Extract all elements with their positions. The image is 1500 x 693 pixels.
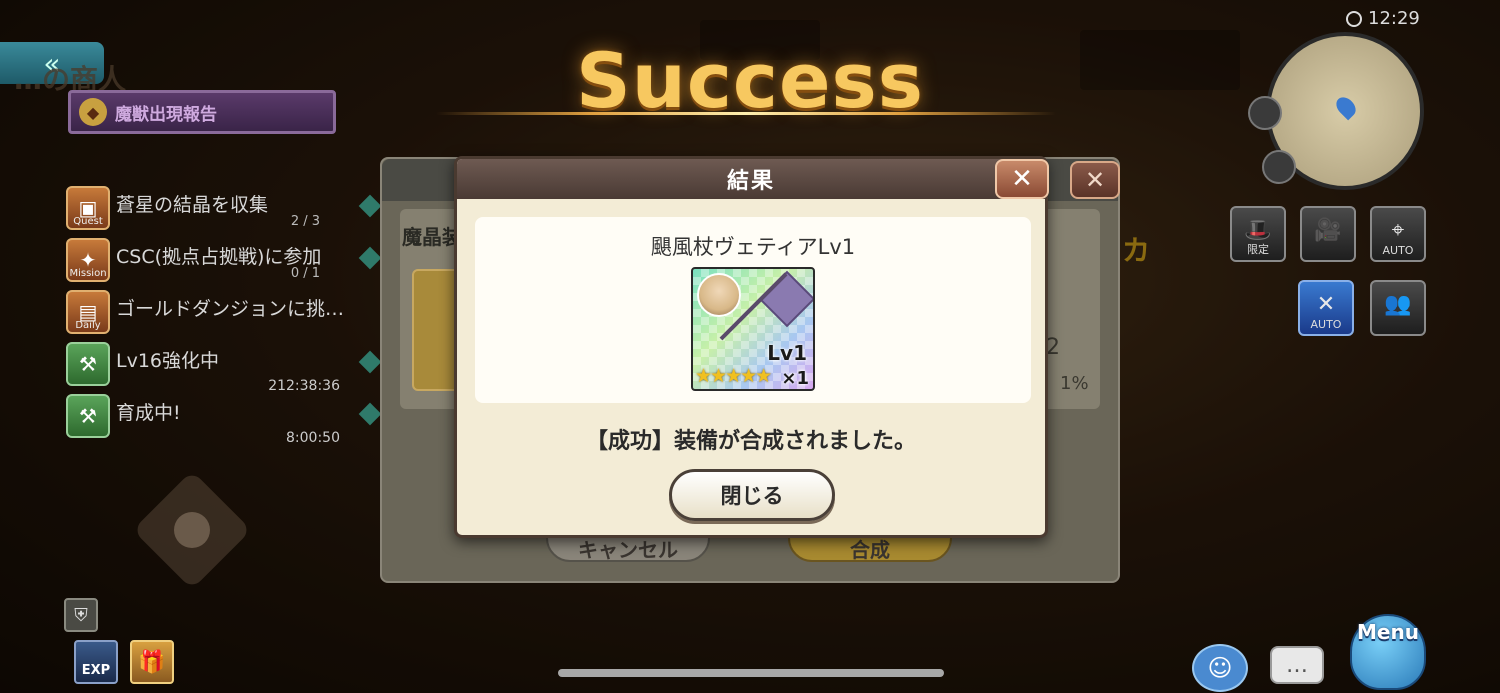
hat-icon: 🎩 bbox=[1244, 218, 1272, 243]
joystick-knob[interactable] bbox=[174, 512, 210, 548]
item-level: Lv1 bbox=[767, 341, 807, 365]
map-zoom-icon[interactable] bbox=[1248, 96, 1282, 130]
quest-count: 0 / 1 bbox=[290, 266, 320, 281]
party-button[interactable]: 👥 bbox=[1370, 280, 1426, 336]
item-name: 颶風杖ヴェティアLv1 bbox=[650, 235, 856, 259]
training-icon: ⚒ bbox=[66, 394, 110, 438]
party-icon: 👥 bbox=[1384, 292, 1412, 317]
camera-button[interactable]: 🎥 bbox=[1300, 206, 1356, 262]
success-underline bbox=[436, 112, 1056, 115]
quest-label: CSC(拠点占拠戦)に参加 bbox=[116, 246, 322, 268]
exp-button[interactable]: EXP bbox=[74, 640, 118, 684]
item-rarity-stars: ★★★★★ bbox=[695, 365, 772, 387]
virtual-joystick[interactable] bbox=[132, 470, 252, 590]
result-dialog: 結果 ✕ 颶風杖ヴェティアLv1 Lv1 ★★★★★ ×1 【成功】装備が合成さ… bbox=[454, 156, 1049, 538]
result-message: 【成功】装備が合成されました。 bbox=[585, 429, 916, 454]
auto-target-button[interactable]: ⌖ AUTO bbox=[1370, 206, 1426, 262]
quest-tag: Quest bbox=[73, 216, 103, 227]
result-close-button[interactable]: ✕ bbox=[995, 159, 1049, 199]
item-quantity: ×1 bbox=[781, 368, 809, 389]
emote-button[interactable]: ☺ bbox=[1192, 644, 1248, 692]
clock: 12:29 bbox=[1346, 8, 1420, 29]
exp-label: EXP bbox=[81, 663, 111, 678]
synthesis-stat-percent: 1% bbox=[1060, 373, 1089, 394]
staff-head-icon bbox=[758, 270, 813, 328]
quest-tag: Mission bbox=[69, 268, 107, 279]
close-dialog-button[interactable]: 閉じる bbox=[669, 469, 835, 521]
quest-label: 蒼星の結晶を収集 bbox=[116, 194, 269, 216]
home-indicator[interactable] bbox=[558, 669, 944, 677]
gift-button[interactable]: 🎁 bbox=[130, 640, 174, 684]
auto-skill-button[interactable]: ✕ AUTO bbox=[1298, 280, 1354, 336]
quest-item[interactable]: ▤ Daily ゴールドダンジョンに挑… bbox=[64, 290, 354, 340]
quest-count: 2 / 3 bbox=[290, 214, 320, 229]
limited-button[interactable]: 🎩 限定 bbox=[1230, 206, 1286, 262]
quest-item[interactable]: ⚒ Lv16強化中 212:38:36 bbox=[64, 342, 354, 394]
shield-button[interactable]: ⛨ bbox=[64, 598, 98, 632]
result-item-panel: 颶風杖ヴェティアLv1 Lv1 ★★★★★ ×1 bbox=[475, 217, 1031, 403]
quest-item[interactable]: ✦ Mission CSC(拠点占拠戦)に参加 0 / 1 bbox=[64, 238, 354, 288]
quest-label: Lv16強化中 bbox=[116, 350, 220, 372]
gift-icon: 🎁 bbox=[138, 649, 166, 675]
synthesis-close-button[interactable]: ✕ bbox=[1070, 161, 1120, 199]
synthesis-fragment: カ bbox=[1122, 234, 1151, 267]
auto-skill-icon: ✕ bbox=[1316, 292, 1336, 317]
camera-icon: 🎥 bbox=[1314, 218, 1342, 243]
chat-button[interactable]: … bbox=[1270, 646, 1324, 684]
smile-icon: ☺ bbox=[1207, 654, 1233, 682]
location-pin-icon bbox=[1332, 93, 1360, 121]
synthesis-section-label: 魔晶装 bbox=[402, 225, 462, 249]
shield-icon: ⛨ bbox=[74, 604, 88, 626]
synthesis-stat-value: 2 bbox=[1046, 335, 1060, 360]
auto-label: AUTO bbox=[1310, 318, 1342, 331]
menu-button[interactable]: Menu bbox=[1336, 608, 1436, 693]
close-icon: ✕ bbox=[1011, 164, 1033, 194]
quest-tag: Daily bbox=[75, 320, 101, 331]
staff-item-icon[interactable]: Lv1 ★★★★★ ×1 bbox=[691, 267, 815, 391]
confirm-label: 合成 bbox=[850, 538, 890, 562]
quest-timer: 8:00:50 bbox=[286, 430, 340, 446]
quest-item[interactable]: ⚒ 育成中! 8:00:50 bbox=[64, 394, 354, 446]
result-dialog-header: 結果 bbox=[457, 159, 1045, 199]
clock-icon bbox=[1346, 10, 1362, 27]
enhance-icon: ⚒ bbox=[66, 342, 110, 386]
limited-label: 限定 bbox=[1247, 243, 1269, 256]
auto-target-icon: ⌖ bbox=[1391, 218, 1405, 243]
quest-label: 育成中! bbox=[116, 402, 181, 424]
cancel-label: キャンセル bbox=[578, 538, 678, 562]
result-dialog-title: 結果 bbox=[726, 169, 775, 194]
menu-label: Menu bbox=[1357, 620, 1419, 644]
quest-timer: 212:38:36 bbox=[268, 378, 340, 394]
character-portrait-icon bbox=[697, 273, 741, 317]
map-face-icon[interactable] bbox=[1262, 150, 1296, 184]
quest-label: ゴールドダンジョンに挑… bbox=[116, 298, 345, 320]
clock-time: 12:29 bbox=[1368, 8, 1420, 29]
auto-label: AUTO bbox=[1382, 244, 1414, 257]
close-icon: ✕ bbox=[1084, 166, 1106, 194]
quest-item[interactable]: ▣ Quest 蒼星の結晶を収集 2 / 3 bbox=[64, 186, 354, 236]
chat-bubble-icon: … bbox=[1286, 652, 1308, 678]
